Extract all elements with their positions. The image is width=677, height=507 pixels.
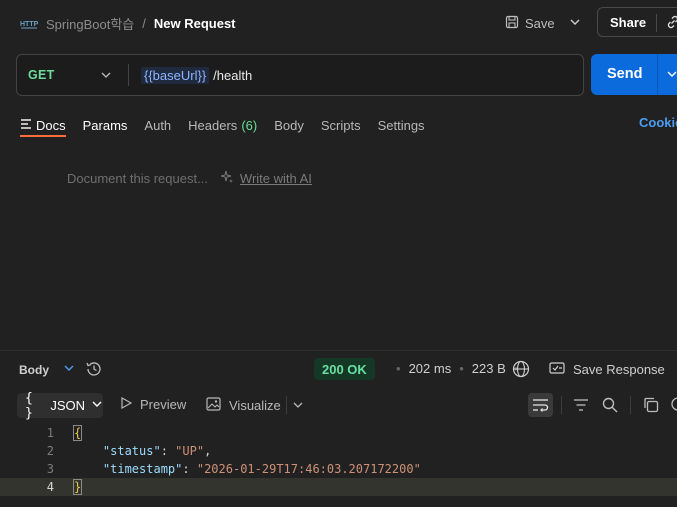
save-label: Save xyxy=(525,15,555,31)
tab-params[interactable]: Params xyxy=(83,118,128,133)
docs-editor[interactable]: Document this request... Write with AI xyxy=(67,170,312,187)
code-text: } xyxy=(72,478,83,496)
visualize-label: Visualize xyxy=(229,398,281,413)
sparkle-icon xyxy=(220,170,234,187)
clear-icon[interactable] xyxy=(670,396,677,417)
write-ai-label: Write with AI xyxy=(239,171,312,186)
json-key: "status" xyxy=(102,444,161,458)
code-line-current: 4 } xyxy=(0,478,677,496)
docs-placeholder: Document this request... xyxy=(67,171,208,186)
docs-icon xyxy=(20,118,32,133)
url-path: /health xyxy=(213,68,253,83)
write-with-ai-link[interactable]: Write with AI xyxy=(220,170,312,187)
chevron-down-icon xyxy=(91,398,103,413)
format-label: JSON xyxy=(50,398,85,413)
line-number: 3 xyxy=(46,462,54,476)
collection-link[interactable]: SpringBoot학습 xyxy=(46,14,134,33)
share-divider xyxy=(656,14,657,32)
share-label: Share xyxy=(610,14,647,30)
active-tab-indicator xyxy=(20,135,66,137)
chevron-down-icon[interactable] xyxy=(666,68,677,83)
svg-text:HTTP: HTTP xyxy=(20,21,38,28)
code-text: { xyxy=(72,424,83,442)
save-button[interactable]: Save xyxy=(505,12,555,34)
body-label: Body xyxy=(19,362,49,377)
method-select[interactable]: GET xyxy=(28,68,55,82)
tab-docs[interactable]: Docs xyxy=(20,118,66,133)
line-number: 1 xyxy=(46,426,54,440)
breadcrumb-separator: / xyxy=(142,15,146,31)
save-icon xyxy=(505,15,519,32)
chevron-down-icon[interactable] xyxy=(100,69,112,84)
tab-auth[interactable]: Auth xyxy=(144,118,171,133)
request-tabs: Docs Params Auth Headers (6) Body Script… xyxy=(20,112,442,138)
format-select[interactable]: { } JSON xyxy=(17,390,103,421)
link-icon[interactable] xyxy=(665,14,677,33)
save-response-icon xyxy=(549,361,565,378)
line-number: 2 xyxy=(46,444,54,458)
tab-settings[interactable]: Settings xyxy=(378,118,425,133)
response-time[interactable]: 202 ms xyxy=(409,361,452,376)
cookies-link[interactable]: Cookie xyxy=(639,115,677,130)
share-button[interactable]: Share xyxy=(597,7,677,37)
save-response-button[interactable]: Save Response xyxy=(549,361,665,378)
preview-button[interactable]: Preview xyxy=(120,396,187,412)
toolbar-divider xyxy=(286,396,287,414)
chevron-down-icon xyxy=(63,362,75,377)
json-value: "UP" xyxy=(175,444,205,458)
dot-separator: • xyxy=(459,361,464,376)
url-variable: {{baseUrl}} xyxy=(141,67,210,84)
close-brace: } xyxy=(72,479,83,495)
code-line: 3 "timestamp": "2026-01-29T17:46:03.2071… xyxy=(0,460,677,478)
breadcrumb: HTTP SpringBoot학습 / New Request xyxy=(20,12,236,34)
tab-headers[interactable]: Headers (6) xyxy=(188,118,257,133)
code-line: 1 { xyxy=(0,424,677,442)
tab-docs-label: Docs xyxy=(36,117,66,133)
response-meta: • 202 ms • 223 B • xyxy=(396,361,518,376)
send-label: Send xyxy=(607,66,643,82)
play-icon xyxy=(120,396,133,412)
json-key: "timestamp" xyxy=(102,462,183,476)
tab-body[interactable]: Body xyxy=(274,118,304,133)
history-icon[interactable] xyxy=(85,360,103,381)
visualize-button[interactable]: Visualize xyxy=(206,397,281,414)
toolbar-divider xyxy=(630,396,631,414)
code-text: "timestamp": "2026-01-29T17:46:03.207172… xyxy=(102,462,421,476)
copy-icon[interactable] xyxy=(642,396,660,417)
code-line: 2 "status": "UP", xyxy=(0,442,677,460)
request-name[interactable]: New Request xyxy=(154,16,236,31)
dot-separator: • xyxy=(396,361,401,376)
search-icon[interactable] xyxy=(601,396,619,417)
code-text: "status": "UP", xyxy=(102,444,212,458)
json-value: "2026-01-29T17:46:03.207172200" xyxy=(196,462,421,476)
tab-headers-label: Headers xyxy=(188,117,238,133)
response-divider xyxy=(0,350,677,351)
url-divider xyxy=(128,64,129,86)
http-request-icon: HTTP xyxy=(20,14,38,32)
braces-icon: { } xyxy=(25,390,33,421)
response-size[interactable]: 223 B xyxy=(472,361,506,376)
send-button[interactable]: Send xyxy=(591,54,677,95)
response-body-select[interactable]: Body xyxy=(19,362,75,377)
save-response-label: Save Response xyxy=(573,362,665,377)
filter-icon[interactable] xyxy=(572,396,590,417)
globe-icon[interactable] xyxy=(511,359,531,382)
preview-label: Preview xyxy=(140,397,187,412)
status-badge[interactable]: 200 OK xyxy=(314,358,375,380)
line-number: 4 xyxy=(46,480,54,494)
tab-scripts[interactable]: Scripts xyxy=(321,118,361,133)
image-icon xyxy=(206,397,221,414)
response-code-view[interactable]: 1 { 2 "status": "UP", 3 "timestamp": "20… xyxy=(0,424,677,496)
wrap-lines-icon[interactable] xyxy=(528,393,553,417)
toolbar-divider xyxy=(561,396,562,414)
url-input[interactable]: {{baseUrl}} /health xyxy=(141,67,252,84)
chevron-down-icon[interactable] xyxy=(568,15,582,29)
url-bar: GET {{baseUrl}} /health xyxy=(16,54,584,96)
headers-count: (6) xyxy=(241,117,258,133)
chevron-down-icon[interactable] xyxy=(292,399,304,414)
open-brace: { xyxy=(72,425,83,441)
send-divider xyxy=(657,54,658,95)
